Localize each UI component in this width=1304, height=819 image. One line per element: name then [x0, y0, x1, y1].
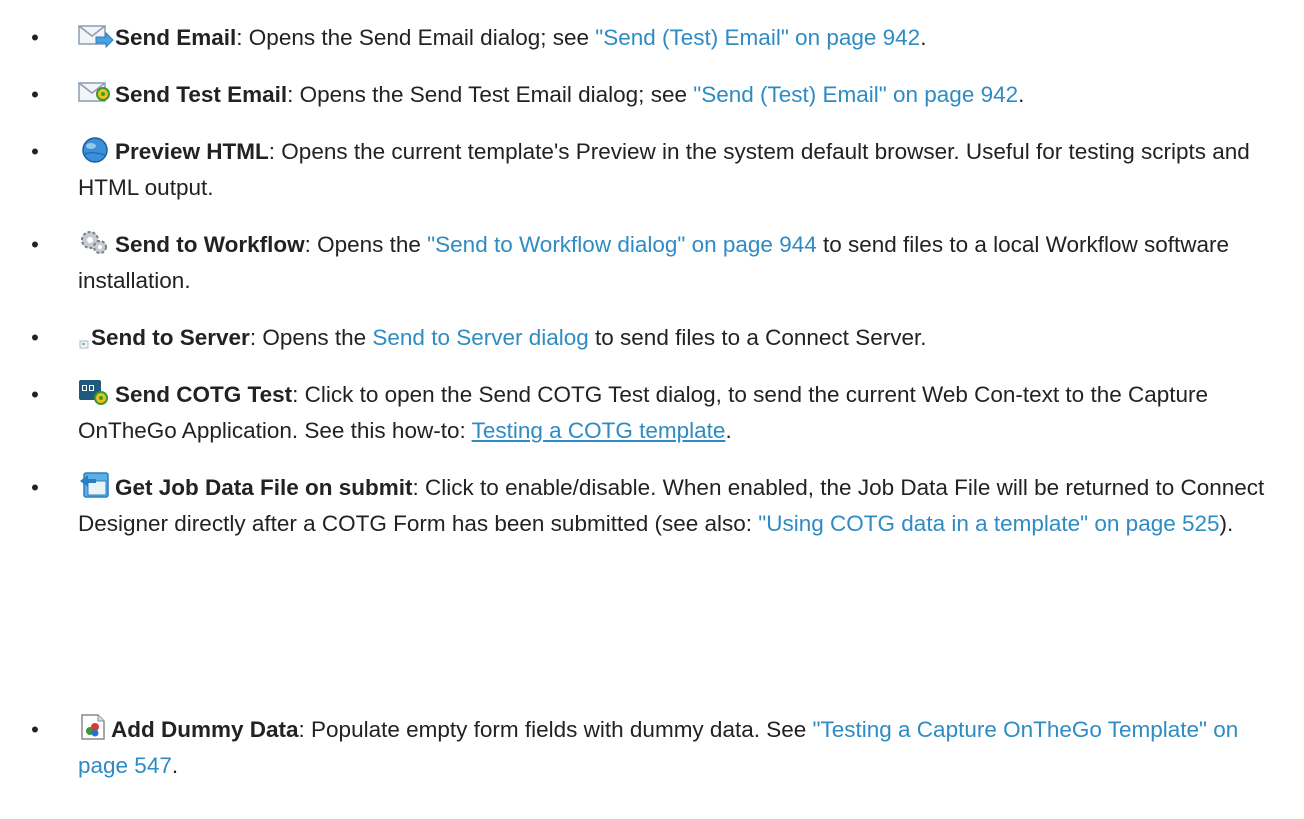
- item-text-end: ).: [1219, 511, 1234, 536]
- bullet: •: [31, 82, 39, 107]
- cotg-icon: [78, 380, 114, 406]
- item-title: Preview HTML: [115, 139, 269, 164]
- cross-reference-link[interactable]: "Using COTG data in a template" on page …: [758, 511, 1219, 536]
- item-title: Send Email: [115, 25, 237, 50]
- item-text-end: .: [725, 418, 732, 443]
- cross-reference-link[interactable]: "Send (Test) Email" on page 942: [693, 82, 1018, 107]
- test-email-icon: [78, 80, 114, 106]
- item-title: Send COTG Test: [115, 382, 293, 407]
- how-to-link[interactable]: Testing a COTG template: [472, 418, 726, 443]
- item-text: : Opens the: [249, 325, 373, 350]
- item-title: Get Job Data File on submit: [115, 475, 413, 500]
- item-title: Send to Workflow: [115, 232, 305, 257]
- broken-image-icon: [78, 335, 90, 349]
- item-text-end: .: [171, 753, 179, 778]
- gears-icon: [78, 230, 114, 256]
- item-text: : Opens the Send Email dialog; see: [236, 25, 596, 50]
- bullet: •: [31, 25, 39, 50]
- bullet: •: [31, 325, 39, 350]
- item-text-end: .: [920, 25, 927, 50]
- job-data-icon: [78, 471, 114, 499]
- item-title: Send to Server: [91, 325, 250, 350]
- item-text-end: to send files to a Connect Server.: [588, 325, 927, 350]
- bullet: •: [31, 139, 39, 164]
- bullet: •: [31, 475, 39, 500]
- item-text: : Opens the Send Test Email dialog; see: [287, 82, 694, 107]
- item-title: Send Test Email: [115, 82, 288, 107]
- dummy-data-icon: [78, 713, 110, 741]
- item-text: : Opens the: [304, 232, 428, 257]
- cross-reference-link[interactable]: "Send to Workflow dialog" on page 944: [427, 232, 817, 257]
- bullet: •: [31, 232, 39, 257]
- item-text-end: .: [1018, 82, 1025, 107]
- bullet: •: [31, 717, 39, 742]
- globe-icon: [78, 137, 114, 163]
- cross-reference-link[interactable]: Send to Server dialog: [372, 325, 588, 350]
- email-icon: [78, 23, 114, 49]
- item-text: : Populate empty form fields with dummy …: [298, 717, 813, 742]
- bullet: •: [31, 382, 39, 407]
- item-title: Add Dummy Data: [111, 717, 299, 742]
- cross-reference-link[interactable]: "Send (Test) Email" on page 942: [595, 25, 920, 50]
